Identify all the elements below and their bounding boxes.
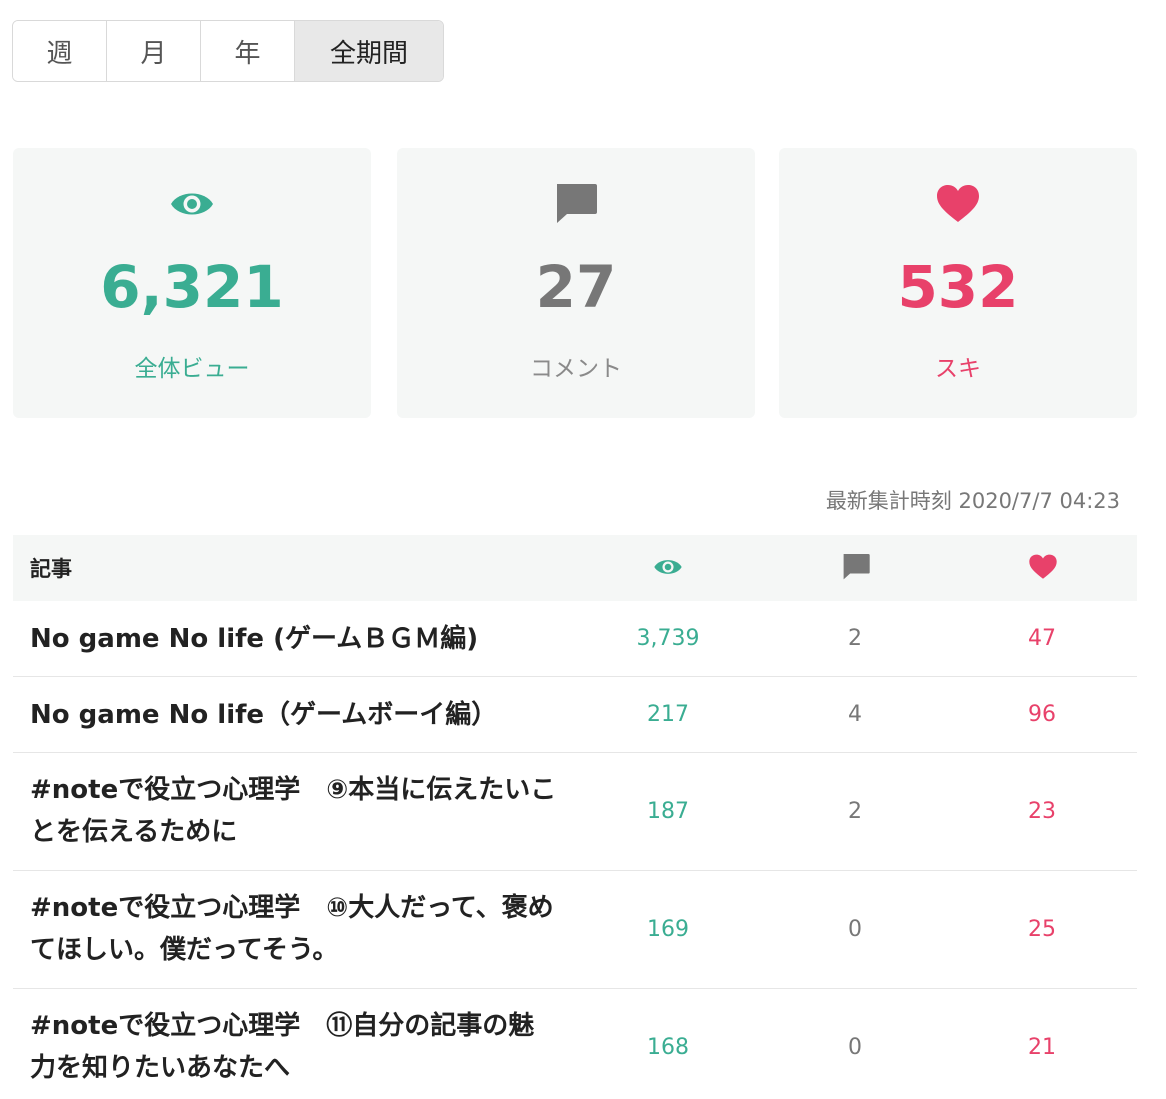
tab-month[interactable]: 月 bbox=[107, 21, 201, 81]
header-article: 記事 bbox=[30, 557, 72, 581]
tab-all-time[interactable]: 全期間 bbox=[295, 21, 443, 81]
heart-icon bbox=[1029, 554, 1057, 579]
article-views: 217 bbox=[647, 702, 689, 727]
article-likes: 96 bbox=[1028, 702, 1056, 727]
period-tabs: 週 月 年 全期間 bbox=[12, 20, 444, 82]
eye-icon bbox=[171, 193, 213, 215]
article-title[interactable]: #noteで役立つ心理学 ⑨本当に伝えたいことを伝えるために bbox=[30, 769, 560, 853]
comment-icon bbox=[843, 553, 870, 580]
article-comments: 4 bbox=[848, 702, 862, 727]
table-row[interactable]: No game No life (ゲームＢＧＭ編) 3,739 2 47 bbox=[13, 601, 1137, 677]
article-likes: 47 bbox=[1028, 626, 1056, 651]
table-header: 記事 bbox=[13, 535, 1137, 601]
tab-year[interactable]: 年 bbox=[201, 21, 295, 81]
article-title[interactable]: No game No life（ゲームボーイ編） bbox=[30, 694, 590, 736]
article-views: 169 bbox=[647, 917, 689, 942]
article-comments: 2 bbox=[848, 799, 862, 824]
table-row[interactable]: #noteで役立つ心理学 ⑪自分の記事の魅力を知りたいあなたへ 168 0 21 bbox=[13, 989, 1137, 1099]
comments-total: 27 bbox=[535, 253, 617, 321]
article-comments: 0 bbox=[848, 917, 862, 942]
article-views: 187 bbox=[647, 799, 689, 824]
heart-icon bbox=[937, 185, 979, 222]
article-likes: 21 bbox=[1028, 1035, 1056, 1060]
likes-label: スキ bbox=[935, 356, 981, 382]
comments-label: コメント bbox=[530, 356, 622, 382]
stats-cards: 6,321 全体ビュー 27 コメント 532 スキ bbox=[13, 148, 1137, 418]
views-total: 6,321 bbox=[100, 253, 284, 321]
article-title[interactable]: No game No life (ゲームＢＧＭ編) bbox=[30, 618, 590, 660]
articles-table: 記事 No game No life (ゲームＢＧＭ編) 3,739 2 47 … bbox=[13, 535, 1137, 1099]
table-row[interactable]: #noteで役立つ心理学 ⑨本当に伝えたいことを伝えるために 187 2 23 bbox=[13, 753, 1137, 871]
table-row[interactable]: No game No life（ゲームボーイ編） 217 4 96 bbox=[13, 677, 1137, 753]
article-title[interactable]: #noteで役立つ心理学 ⑩大人だって、褒めてほしい。僕だってそう。 bbox=[30, 887, 560, 971]
article-comments: 2 bbox=[848, 626, 862, 651]
views-label: 全体ビュー bbox=[134, 356, 250, 382]
article-comments: 0 bbox=[848, 1035, 862, 1060]
likes-total: 532 bbox=[897, 253, 1019, 321]
last-updated: 最新集計時刻 2020/7/7 04:23 bbox=[825, 489, 1120, 513]
comment-icon bbox=[557, 184, 597, 223]
article-title[interactable]: #noteで役立つ心理学 ⑪自分の記事の魅力を知りたいあなたへ bbox=[30, 1005, 560, 1089]
article-likes: 25 bbox=[1028, 917, 1056, 942]
table-row[interactable]: #noteで役立つ心理学 ⑩大人だって、褒めてほしい。僕だってそう。 169 0… bbox=[13, 871, 1137, 989]
likes-card: 532 スキ bbox=[779, 148, 1137, 418]
comments-card: 27 コメント bbox=[397, 148, 755, 418]
article-views: 168 bbox=[647, 1035, 689, 1060]
article-views: 3,739 bbox=[636, 626, 700, 651]
eye-icon bbox=[654, 560, 682, 574]
views-card: 6,321 全体ビュー bbox=[13, 148, 371, 418]
article-likes: 23 bbox=[1028, 799, 1056, 824]
tab-week[interactable]: 週 bbox=[13, 21, 107, 81]
